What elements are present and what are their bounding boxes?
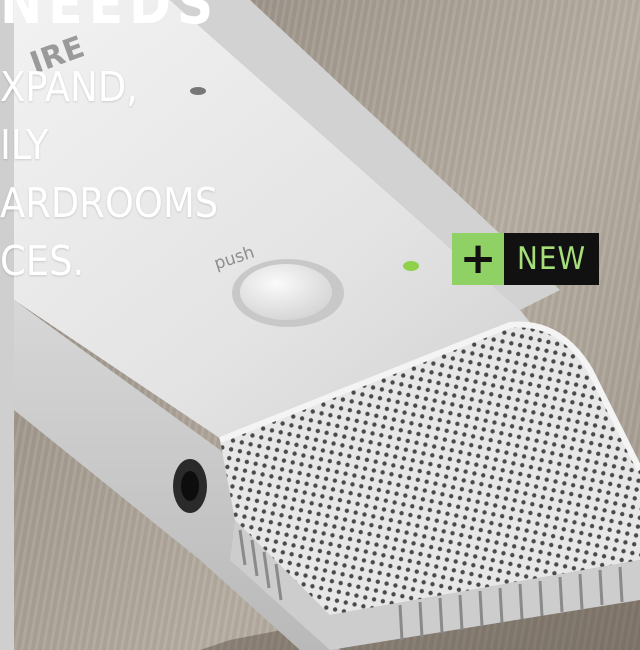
product-photo: push IRE NEEDS XPAND, ILY ARDROOMS CES. …	[0, 0, 640, 650]
headline-top-word: NEEDS	[0, 0, 220, 37]
headline-line-2: ILY	[0, 121, 49, 169]
push-button[interactable]	[240, 264, 332, 320]
headline-line-3: ARDROOMS	[0, 179, 219, 227]
new-badge: + NEW	[452, 233, 599, 285]
status-led	[403, 261, 419, 271]
headline-line-1: XPAND,	[0, 63, 138, 111]
plus-icon: +	[452, 233, 504, 285]
new-label: NEW	[504, 233, 599, 285]
headline-line-4: CES.	[0, 237, 85, 285]
headline-text: XPAND, ILY ARDROOMS CES.	[0, 58, 220, 290]
